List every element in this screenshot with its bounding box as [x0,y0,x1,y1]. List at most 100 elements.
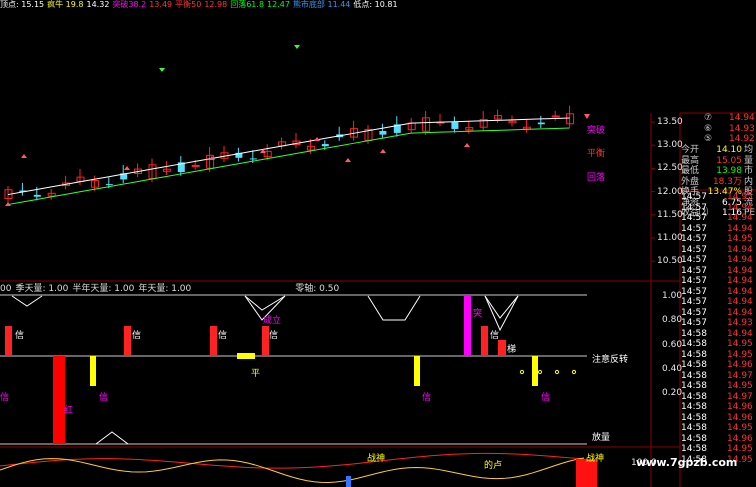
quote-key: 最低 [681,166,700,176]
sell-arrow [294,45,300,49]
trade-row: 14:58 14.96 [681,434,756,445]
trade-price: 14.96 [727,412,753,423]
trade-time: 14:57 [681,318,707,328]
trade-price: 14.95 [727,444,753,454]
trade-time: 14:58 [681,433,707,444]
indicator-title-bar: 00 季天量: 1.00 半年天量: 1.00 年天量: 1.00 零轴: 0.50 [0,283,600,295]
label-dehu: 的卢 [484,461,503,471]
trade-row: 14:57 14.94 [681,245,756,256]
trade-time: 14:58 [681,423,707,433]
trade-time: 14:58 [681,412,707,423]
trade-price: 14.95 [727,381,753,391]
y-tick-label: 12.00 [657,186,683,197]
label-huiluo: 回落 [587,173,606,183]
label-ti: 梯 [507,345,517,355]
buy-arrow [380,149,386,153]
y-tick-label: 12.50 [657,163,683,174]
trade-time: 14:58 [681,370,707,381]
candle-body-down [33,194,41,197]
candle-body-down [321,144,329,147]
y-tick-label: 10.50 [657,256,683,267]
indicator-bar [237,353,255,359]
trade-time: 14:57 [681,265,707,276]
trade-time: 14:57 [681,234,707,244]
candle-body-down [379,131,387,135]
quote-row: 最高 15.05 量 [681,156,756,167]
trade-price: 14.96 [727,360,753,370]
trade-price: 14.95 [727,234,753,244]
order-price: 14.93 [729,123,755,134]
trade-price: 14.95 [727,423,753,433]
trade-row: 14:58 14.94 [681,329,756,340]
sell-arrow [159,68,165,72]
indicator-title-item: 年天量: 1.00 [138,284,192,294]
y-tick-label: 13.00 [657,140,683,151]
trade-time: 14:58 [681,360,707,370]
label-fangliang: 放量 [592,433,611,443]
order-level: ⑤ [704,134,713,144]
indicator-bar [90,356,96,386]
label-chengli: 成立 [263,316,282,326]
candle-body-down [537,122,545,125]
trade-time: 14:57 [681,276,707,286]
trade-row: 14:57 14.94 [681,224,756,235]
indicator-y-tick: 0.40 [662,363,683,374]
trade-price: 14.96 [727,402,753,412]
trade-time: 14:57 [681,307,707,318]
label-xin-left: 信 [0,393,10,403]
v-shape [367,295,421,321]
trade-price: 14.97 [727,391,753,402]
trade-price: 14.94 [727,244,753,255]
candle-body-up [191,164,200,167]
buy-arrow [21,154,27,158]
buy-arrow [124,166,130,170]
trade-row: 14:57 14.95 [681,234,756,245]
label-zhanshen-tail: 战神 [586,454,605,464]
candle-body-down [105,184,113,186]
buy-arrow [464,143,470,147]
signal-dot [571,369,577,375]
trade-price: 14.94 [727,255,753,265]
order-book-row: ⑤ 14.92 [704,134,755,145]
indicator-bar [498,340,506,356]
trade-time: 14:57 [681,202,707,213]
trade-row: 14:58 14.95 [681,444,756,455]
trade-row: 14:58 14.95 [681,423,756,434]
v-shape [95,431,129,445]
osc-bar [346,476,351,487]
trade-time: 14:58 [681,339,707,349]
indicator-title-item: 00 [0,284,12,294]
quote-value: 13.98 [716,166,742,176]
trade-time: 14:57 [681,244,707,255]
grid [0,112,756,487]
trade-price: 14.94 [727,223,753,234]
trade-row: 14:57 14.93 [681,318,756,329]
indicator-y-tick: 0.60 [662,339,683,350]
trade-price: 14.97 [727,370,753,381]
quote-row: 今开 14.10 均 [681,145,756,156]
trade-row: 14:57 14.94 [681,266,756,277]
label-xin-1: 信 [15,331,25,341]
label-xin-8: 信 [541,393,551,403]
trade-price: 14.94 [727,286,753,297]
trade-row: 14:57 14.94 [681,213,756,224]
indicator-y-tick: 0.20 [662,388,683,399]
order-book-row: ⑦ 14.94 [704,113,755,124]
quote-value: 18.3万 [712,176,742,187]
indicator-bar [414,356,420,386]
trade-list[interactable]: 14:57 14.95 14:57 14.94 14:57 14.94 14:57 14.94… [681,192,756,465]
order-level: ⑥ [704,123,713,134]
label-xin-5: 信 [490,331,500,341]
trade-time: 14:58 [681,444,707,454]
trade-row: 14:57 14.94 [681,255,756,266]
indicator-bar [481,326,488,356]
trade-time: 14:58 [681,328,707,339]
chart-canvas[interactable] [0,0,756,487]
indicator-y-tick: 0.80 [662,315,683,326]
order-book-row: ⑥ 14.93 [704,123,755,135]
quote-value: 14.10 [716,145,742,155]
indicator-bar [532,356,538,386]
trade-time: 14:57 [681,297,707,307]
trade-row: 14:57 14.95 [681,192,756,203]
indicator-panel [5,295,577,445]
